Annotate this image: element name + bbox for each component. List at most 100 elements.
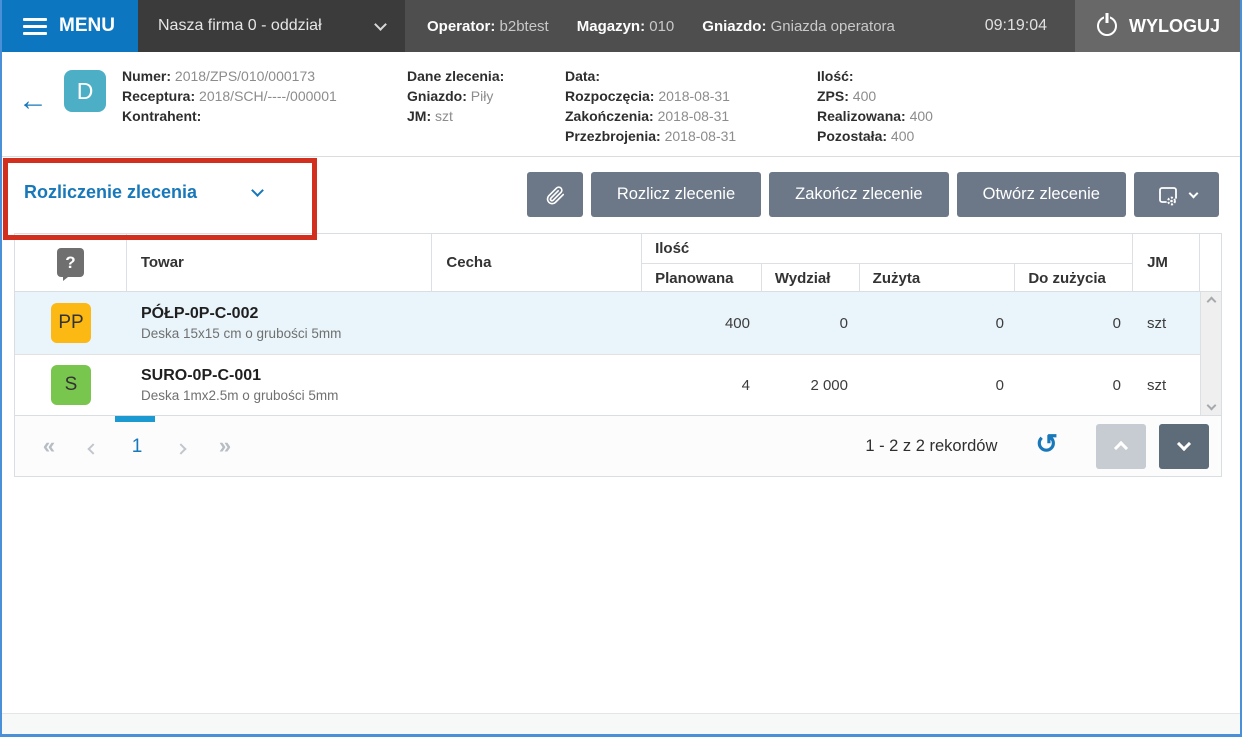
product-type-badge: PP: [51, 303, 91, 343]
quantity-realized: Realizowana: 400: [817, 108, 933, 124]
quantity-zps: ZPS: 400: [817, 88, 877, 104]
paperclip-icon: [546, 185, 564, 205]
menu-label: MENU: [59, 15, 115, 36]
order-data-title: Dane zlecenia:: [407, 68, 505, 84]
product-description: Deska 1mx2.5m o grubości 5mm: [141, 388, 339, 403]
magazyn-info: Magazyn: 010: [576, 17, 675, 35]
header-do-zuzycia[interactable]: Do zużycia: [1015, 264, 1132, 292]
table-footer: « 1 » 1 - 2 z 2 rekordów ↺: [14, 415, 1222, 477]
table-header: ? Towar Cecha Ilość Planowana Wydział Zu…: [14, 233, 1222, 292]
refresh-icon[interactable]: ↺: [1035, 430, 1058, 458]
view-selector-dropdown[interactable]: Rozliczenie zlecenia: [24, 182, 264, 203]
hamburger-icon: [23, 14, 48, 39]
table-scrollbar[interactable]: [1200, 292, 1221, 415]
dates-title: Data:: [565, 68, 601, 84]
order-gniazdo: Gniazdo: Piły: [407, 88, 494, 104]
menu-button[interactable]: MENU: [0, 0, 138, 52]
wydzial-value: 2 000: [810, 376, 848, 394]
settings-dropdown-button[interactable]: [1134, 172, 1219, 217]
product-code: PÓŁP-0P-C-002: [141, 305, 259, 322]
header-scrollbar-spacer: [1200, 234, 1221, 291]
scroll-up-arrow-icon[interactable]: [1206, 296, 1216, 307]
session-info-bar: Operator: b2btest Magazyn: 010 Gniazdo: …: [405, 0, 1075, 52]
product-description: Deska 15x15 cm o grubości 5mm: [141, 326, 342, 341]
header-towar[interactable]: Towar: [127, 234, 433, 291]
logout-label: WYLOGUJ: [1128, 15, 1220, 36]
view-selector-label: Rozliczenie zlecenia: [24, 182, 198, 202]
header-ilosc: Ilość: [655, 240, 690, 257]
header-jm[interactable]: JM: [1133, 234, 1201, 291]
chevron-down-icon: [1188, 188, 1199, 198]
table-row[interactable]: PP PÓŁP-0P-C-002 Deska 15x15 cm o gruboś…: [15, 292, 1221, 355]
header-ilosc-subcolumns: Planowana Wydział Zużyta Do zużycia: [642, 263, 1133, 292]
footer-right: 1 - 2 z 2 rekordów ↺: [865, 423, 1209, 469]
open-order-button[interactable]: Otwórz zlecenie: [956, 172, 1126, 217]
chevron-down-icon: [251, 183, 264, 197]
pagination: « 1 »: [39, 435, 235, 457]
order-type-badge: D: [64, 70, 106, 112]
next-page-button[interactable]: [171, 435, 191, 457]
company-name: Nasza firma 0 - oddział: [158, 17, 322, 34]
current-page[interactable]: 1: [127, 437, 147, 456]
header-icon-column[interactable]: ?: [15, 234, 127, 291]
wydzial-value: 0: [839, 314, 848, 332]
clock: 09:19:04: [984, 17, 1047, 34]
chevron-down-icon: [1176, 436, 1192, 452]
order-number: Numer: 2018/ZPS/010/000173: [122, 68, 316, 84]
company-selector[interactable]: Nasza firma 0 - oddział: [138, 0, 405, 52]
last-page-button[interactable]: »: [215, 435, 235, 457]
chevron-up-icon: [1113, 440, 1129, 456]
scroll-down-arrow-icon[interactable]: [1206, 400, 1216, 411]
order-contractor: Kontrahent:: [122, 108, 202, 124]
quantity-remaining: Pozostała: 400: [817, 128, 915, 144]
records-info: 1 - 2 z 2 rekordów: [865, 436, 998, 455]
chevron-right-icon: [175, 443, 187, 455]
do-zuzycia-value: 0: [1112, 314, 1121, 332]
header-ilosc-group: Ilość Planowana Wydział Zużyta Do zużyci…: [642, 234, 1134, 292]
attachment-button[interactable]: [526, 172, 583, 217]
scroll-list-down-button[interactable]: [1159, 423, 1209, 469]
order-jm: JM: szt: [407, 108, 453, 124]
quantity-title: Ilość:: [817, 68, 854, 84]
chevron-down-icon: [374, 17, 387, 31]
header-zuzyta[interactable]: Zużyta: [860, 264, 1016, 292]
finish-order-button[interactable]: Zakończ zlecenie: [769, 172, 949, 217]
power-icon: [1096, 16, 1117, 36]
zuzyta-value: 0: [995, 314, 1004, 332]
product-code: SURO-0P-C-001: [141, 367, 262, 384]
previous-page-button[interactable]: [83, 435, 103, 457]
order-dates-column: Data: Rozpoczęcia: 2018-08-31 Zakończeni…: [565, 66, 736, 146]
window-border-left: [0, 0, 2, 737]
screen-gear-icon: [1156, 184, 1178, 206]
planowana-value: 4: [741, 376, 750, 394]
header-wydzial[interactable]: Wydział: [762, 264, 860, 292]
back-arrow-icon[interactable]: ←: [18, 86, 48, 116]
header-cecha[interactable]: Cecha: [432, 234, 643, 291]
first-page-button[interactable]: «: [39, 435, 59, 457]
jm-value: szt: [1147, 376, 1167, 394]
operator-info: Operator: b2btest: [427, 17, 549, 35]
planowana-value: 400: [724, 314, 750, 332]
product-type-badge: S: [51, 365, 91, 405]
materials-table: ? Towar Cecha Ilość Planowana Wydział Zu…: [14, 233, 1222, 416]
header-planowana[interactable]: Planowana: [642, 264, 762, 292]
zuzyta-value: 0: [995, 376, 1004, 394]
jm-value: szt: [1147, 314, 1167, 332]
settle-order-button[interactable]: Rozlicz zlecenie: [590, 172, 762, 217]
toolbar: Rozliczenie zlecenia Rozlicz zlecenie Za…: [2, 157, 1240, 233]
order-quantity-column: Ilość: ZPS: 400 Realizowana: 400 Pozosta…: [817, 66, 933, 146]
table-body: PP PÓŁP-0P-C-002 Deska 15x15 cm o gruboś…: [14, 292, 1222, 416]
window-bottom-strip: [2, 713, 1240, 734]
top-bar: MENU Nasza firma 0 - oddział Operator: b…: [0, 0, 1242, 52]
table-row[interactable]: S SURO-0P-C-001 Deska 1mx2.5m o grubości…: [15, 355, 1221, 415]
gniazdo-info: Gniazdo: Gniazda operatora: [702, 17, 895, 35]
date-changeover: Przezbrojenia: 2018-08-31: [565, 128, 737, 144]
question-mark-icon: ?: [56, 248, 84, 277]
do-zuzycia-value: 0: [1112, 376, 1121, 394]
active-page-indicator: [115, 415, 155, 422]
scroll-list-up-button[interactable]: [1096, 423, 1146, 469]
date-end: Zakończenia: 2018-08-31: [565, 108, 730, 124]
logout-button[interactable]: WYLOGUJ: [1075, 0, 1242, 52]
order-ids-column: Numer: 2018/ZPS/010/000173 Receptura: 20…: [122, 66, 337, 126]
action-buttons: Rozlicz zlecenie Zakończ zlecenie Otwórz…: [526, 172, 1219, 217]
